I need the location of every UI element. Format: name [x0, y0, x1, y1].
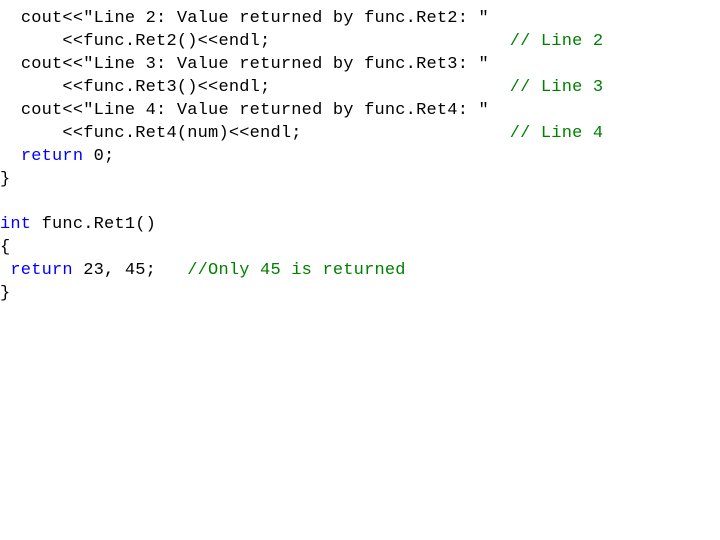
code-token: 23, 45;	[73, 261, 187, 280]
code-token: cout<<	[21, 9, 83, 28]
comment-token: // Line 3	[510, 78, 604, 97]
code-line: <<func.Ret3()<<endl; // Line 3	[0, 77, 720, 100]
indent	[0, 9, 21, 28]
indent	[0, 124, 62, 143]
indent	[0, 78, 62, 97]
code-token	[0, 193, 10, 212]
code-line: <<func.Ret2()<<endl; // Line 2	[0, 31, 720, 54]
code-line: return 23, 45; //Only 45 is returned	[0, 260, 720, 283]
code-block: cout<<"Line 2: Value returned by func.Re…	[0, 0, 720, 306]
keyword-token: return	[21, 147, 83, 166]
code-line: cout<<"Line 3: Value returned by func.Re…	[0, 54, 720, 77]
code-line: }	[0, 283, 720, 306]
indent	[0, 101, 21, 120]
comment-token: // Line 4	[510, 124, 604, 143]
code-line: cout<<"Line 4: Value returned by func.Re…	[0, 100, 720, 123]
keyword-token: return	[10, 261, 72, 280]
string-token: "Line 4: Value returned by func.Ret4: "	[83, 101, 489, 120]
string-token: "Line 3: Value returned by func.Ret3: "	[83, 55, 489, 74]
code-token: cout<<	[21, 101, 83, 120]
code-token: func.Ret1()	[31, 215, 156, 234]
code-line: {	[0, 237, 720, 260]
code-line: cout<<"Line 2: Value returned by func.Re…	[0, 8, 720, 31]
code-token: 0;	[83, 147, 114, 166]
indent	[0, 32, 62, 51]
indent	[0, 261, 10, 280]
code-token: }	[0, 170, 10, 189]
comment-token: //Only 45 is returned	[187, 261, 405, 280]
code-line	[0, 192, 720, 215]
code-line: int func.Ret1()	[0, 214, 720, 237]
code-token: <<func.Ret4(num)<<endl;	[62, 124, 509, 143]
code-line: <<func.Ret4(num)<<endl; // Line 4	[0, 123, 720, 146]
code-line: return 0;	[0, 146, 720, 169]
code-line: }	[0, 169, 720, 192]
string-token: "Line 2: Value returned by func.Ret2: "	[83, 9, 489, 28]
code-token: <<func.Ret3()<<endl;	[62, 78, 509, 97]
indent	[0, 55, 21, 74]
code-token: {	[0, 238, 10, 257]
comment-token: // Line 2	[510, 32, 604, 51]
code-token: }	[0, 284, 10, 303]
indent	[0, 147, 21, 166]
code-token: cout<<	[21, 55, 83, 74]
keyword-token: int	[0, 215, 31, 234]
code-token: <<func.Ret2()<<endl;	[62, 32, 509, 51]
